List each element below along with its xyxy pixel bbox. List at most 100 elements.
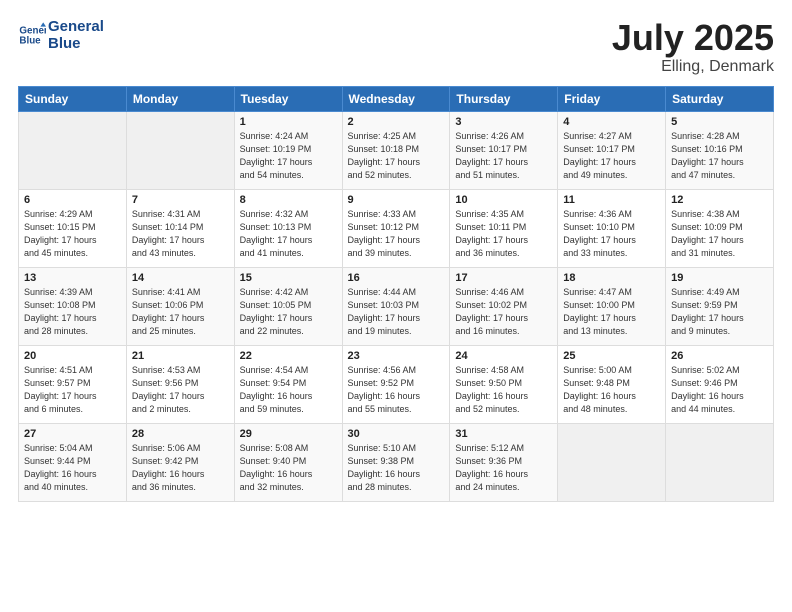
calendar-cell: 28 Sunrise: 5:06 AM Sunset: 9:42 PM Dayli… [126,423,234,501]
calendar-cell: 12 Sunrise: 4:38 AM Sunset: 10:09 PM Dayl… [666,189,774,267]
calendar-cell: 17 Sunrise: 4:46 AM Sunset: 10:02 PM Dayl… [450,267,558,345]
calendar-cell: 7Sunrise: 4:31 AM Sunset: 10:14 PM Dayli… [126,189,234,267]
calendar-cell: 23 Sunrise: 4:56 AM Sunset: 9:52 PM Dayli… [342,345,450,423]
location-subtitle: Elling, Denmark [612,58,774,76]
day-info: Sunrise: 4:47 AM Sunset: 10:00 PM Daylig… [563,286,660,338]
calendar-cell: 31Sunrise: 5:12 AM Sunset: 9:36 PM Dayli… [450,423,558,501]
day-number: 19 [671,272,768,284]
calendar-cell [666,423,774,501]
calendar-cell: 9 Sunrise: 4:33 AM Sunset: 10:12 PM Dayli… [342,189,450,267]
day-info: Sunrise: 5:06 AM Sunset: 9:42 PM Dayligh… [132,442,229,494]
calendar-cell: 26Sunrise: 5:02 AM Sunset: 9:46 PM Dayli… [666,345,774,423]
header: General Blue General Blue July 2025 Elli… [18,18,774,76]
calendar-cell: 3Sunrise: 4:26 AM Sunset: 10:17 PM Dayli… [450,111,558,189]
day-number: 23 [348,350,445,362]
month-title: July 2025 [612,18,774,58]
logo-icon: General Blue [18,21,46,49]
calendar-cell: 4Sunrise: 4:27 AM Sunset: 10:17 PM Dayli… [558,111,666,189]
day-info: Sunrise: 4:58 AM Sunset: 9:50 PM Dayligh… [455,364,552,416]
day-info: Sunrise: 4:35 AM Sunset: 10:11 PM Daylig… [455,208,552,260]
calendar-cell: 30 Sunrise: 5:10 AM Sunset: 9:38 PM Dayli… [342,423,450,501]
day-info: Sunrise: 4:46 AM Sunset: 10:02 PM Daylig… [455,286,552,338]
day-number: 31 [455,428,552,440]
svg-text:Blue: Blue [19,36,41,47]
day-number: 21 [132,350,229,362]
page: General Blue General Blue July 2025 Elli… [0,0,792,612]
day-number: 25 [563,350,660,362]
day-info: Sunrise: 4:31 AM Sunset: 10:14 PM Daylig… [132,208,229,260]
day-number: 29 [240,428,337,440]
logo: General Blue General Blue [18,18,104,53]
day-info: Sunrise: 4:38 AM Sunset: 10:09 PM Daylig… [671,208,768,260]
logo-blue: Blue [48,35,104,52]
calendar-cell [558,423,666,501]
day-number: 28 [132,428,229,440]
day-number: 22 [240,350,337,362]
calendar-cell: 15Sunrise: 4:42 AM Sunset: 10:05 PM Dayl… [234,267,342,345]
day-info: Sunrise: 5:10 AM Sunset: 9:38 PM Dayligh… [348,442,445,494]
day-number: 14 [132,272,229,284]
col-header-thursday: Thursday [450,86,558,111]
day-number: 8 [240,194,337,206]
calendar-cell: 25 Sunrise: 5:00 AM Sunset: 9:48 PM Dayli… [558,345,666,423]
col-header-monday: Monday [126,86,234,111]
day-info: Sunrise: 4:41 AM Sunset: 10:06 PM Daylig… [132,286,229,338]
calendar-week-5: 27Sunrise: 5:04 AM Sunset: 9:44 PM Dayli… [19,423,774,501]
day-info: Sunrise: 4:33 AM Sunset: 10:12 PM Daylig… [348,208,445,260]
day-info: Sunrise: 4:24 AM Sunset: 10:19 PM Daylig… [240,130,337,182]
day-info: Sunrise: 5:04 AM Sunset: 9:44 PM Dayligh… [24,442,121,494]
day-info: Sunrise: 5:08 AM Sunset: 9:40 PM Dayligh… [240,442,337,494]
day-number: 30 [348,428,445,440]
calendar-cell [126,111,234,189]
day-info: Sunrise: 4:39 AM Sunset: 10:08 PM Daylig… [24,286,121,338]
calendar-cell: 21 Sunrise: 4:53 AM Sunset: 9:56 PM Dayli… [126,345,234,423]
day-info: Sunrise: 4:26 AM Sunset: 10:17 PM Daylig… [455,130,552,182]
calendar-cell: 13 Sunrise: 4:39 AM Sunset: 10:08 PM Dayl… [19,267,127,345]
day-info: Sunrise: 4:36 AM Sunset: 10:10 PM Daylig… [563,208,660,260]
calendar-week-3: 13 Sunrise: 4:39 AM Sunset: 10:08 PM Dayl… [19,267,774,345]
day-info: Sunrise: 4:44 AM Sunset: 10:03 PM Daylig… [348,286,445,338]
day-info: Sunrise: 4:49 AM Sunset: 9:59 PM Dayligh… [671,286,768,338]
calendar-week-1: 1Sunrise: 4:24 AM Sunset: 10:19 PM Dayli… [19,111,774,189]
calendar-cell: 18 Sunrise: 4:47 AM Sunset: 10:00 PM Dayl… [558,267,666,345]
day-info: Sunrise: 4:25 AM Sunset: 10:18 PM Daylig… [348,130,445,182]
title-block: July 2025 Elling, Denmark [612,18,774,76]
calendar-week-4: 20Sunrise: 4:51 AM Sunset: 9:57 PM Dayli… [19,345,774,423]
day-number: 12 [671,194,768,206]
col-header-wednesday: Wednesday [342,86,450,111]
calendar-cell: 11 Sunrise: 4:36 AM Sunset: 10:10 PM Dayl… [558,189,666,267]
calendar-cell: 24 Sunrise: 4:58 AM Sunset: 9:50 PM Dayli… [450,345,558,423]
day-number: 13 [24,272,121,284]
calendar-week-2: 6 Sunrise: 4:29 AM Sunset: 10:15 PM Dayli… [19,189,774,267]
day-number: 17 [455,272,552,284]
calendar-cell: 29 Sunrise: 5:08 AM Sunset: 9:40 PM Dayli… [234,423,342,501]
day-info: Sunrise: 4:56 AM Sunset: 9:52 PM Dayligh… [348,364,445,416]
day-info: Sunrise: 5:00 AM Sunset: 9:48 PM Dayligh… [563,364,660,416]
day-info: Sunrise: 4:42 AM Sunset: 10:05 PM Daylig… [240,286,337,338]
calendar-cell: 8 Sunrise: 4:32 AM Sunset: 10:13 PM Dayli… [234,189,342,267]
calendar-cell: 16 Sunrise: 4:44 AM Sunset: 10:03 PM Dayl… [342,267,450,345]
day-number: 16 [348,272,445,284]
day-number: 5 [671,116,768,128]
day-number: 11 [563,194,660,206]
calendar-cell: 19 Sunrise: 4:49 AM Sunset: 9:59 PM Dayli… [666,267,774,345]
calendar-cell [19,111,127,189]
day-number: 9 [348,194,445,206]
day-info: Sunrise: 4:51 AM Sunset: 9:57 PM Dayligh… [24,364,121,416]
day-number: 24 [455,350,552,362]
day-number: 6 [24,194,121,206]
day-info: Sunrise: 4:29 AM Sunset: 10:15 PM Daylig… [24,208,121,260]
day-number: 4 [563,116,660,128]
calendar-header-row: SundayMondayTuesdayWednesdayThursdayFrid… [19,86,774,111]
day-info: Sunrise: 4:32 AM Sunset: 10:13 PM Daylig… [240,208,337,260]
calendar-cell: 27Sunrise: 5:04 AM Sunset: 9:44 PM Dayli… [19,423,127,501]
day-info: Sunrise: 4:54 AM Sunset: 9:54 PM Dayligh… [240,364,337,416]
col-header-sunday: Sunday [19,86,127,111]
day-info: Sunrise: 4:53 AM Sunset: 9:56 PM Dayligh… [132,364,229,416]
day-number: 26 [671,350,768,362]
day-number: 10 [455,194,552,206]
calendar-cell: 1Sunrise: 4:24 AM Sunset: 10:19 PM Dayli… [234,111,342,189]
calendar-cell: 2Sunrise: 4:25 AM Sunset: 10:18 PM Dayli… [342,111,450,189]
calendar-cell: 10 Sunrise: 4:35 AM Sunset: 10:11 PM Dayl… [450,189,558,267]
day-number: 18 [563,272,660,284]
